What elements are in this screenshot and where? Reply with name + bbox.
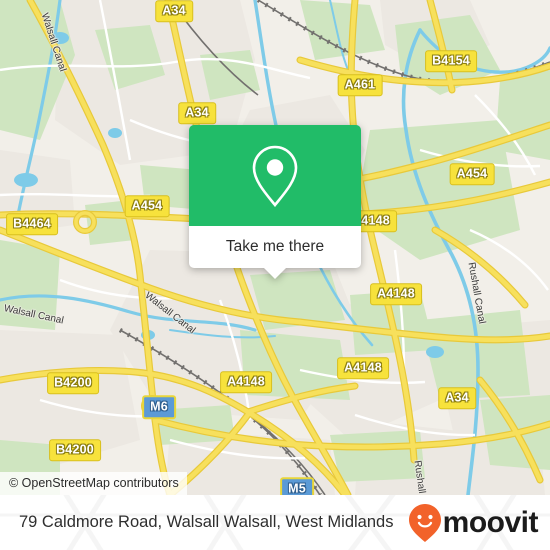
destination-popup[interactable]: Take me there [189, 125, 361, 279]
road-shield-a34: A34 [178, 102, 216, 124]
take-me-there-label: Take me there [225, 238, 325, 255]
road-shield-a4148: A4148 [337, 357, 389, 379]
road-shield-a4148: A4148 [220, 371, 272, 393]
road-shield-a34: A34 [438, 387, 476, 409]
popup-action-bar[interactable]: Take me there [189, 226, 361, 279]
address-label: 79 Caldmore Road, Walsall Walsall, West … [19, 513, 394, 531]
road-shield-a4148: A4148 [370, 283, 422, 305]
moovit-map-screenshot: A34 A34 B4154 A461 A454 A454 B4464 A4148 A4148 A4… [0, 0, 550, 550]
popup-header [189, 125, 361, 226]
road-shield-m6: M6 [142, 395, 176, 419]
map-canvas[interactable]: A34 A34 B4154 A461 A454 A454 B4464 A4148 A4148 A4… [0, 0, 550, 495]
road-shield-a454: A454 [449, 163, 495, 185]
road-shield-b4200: B4200 [49, 439, 101, 461]
map-pin-icon [252, 145, 298, 207]
road-shield-a461: A461 [337, 74, 383, 96]
road-shield-b4464: B4464 [6, 213, 58, 235]
moovit-logo[interactable]: moovit [408, 503, 539, 543]
road-shield-b4154: B4154 [425, 50, 477, 72]
bottom-bar: 79 Caldmore Road, Walsall Walsall, West … [0, 495, 550, 550]
road-shield-m5: M5 [280, 477, 314, 495]
road-shield-a34: A34 [155, 0, 193, 22]
road-shield-a454: A454 [124, 195, 170, 217]
osm-attribution[interactable]: © OpenStreetMap contributors [0, 472, 187, 495]
moovit-smiley-pin-icon [408, 503, 441, 542]
road-shield-b4200: B4200 [47, 372, 99, 394]
moovit-wordmark: moovit [442, 505, 539, 539]
popup-pointer-tail [264, 268, 286, 279]
